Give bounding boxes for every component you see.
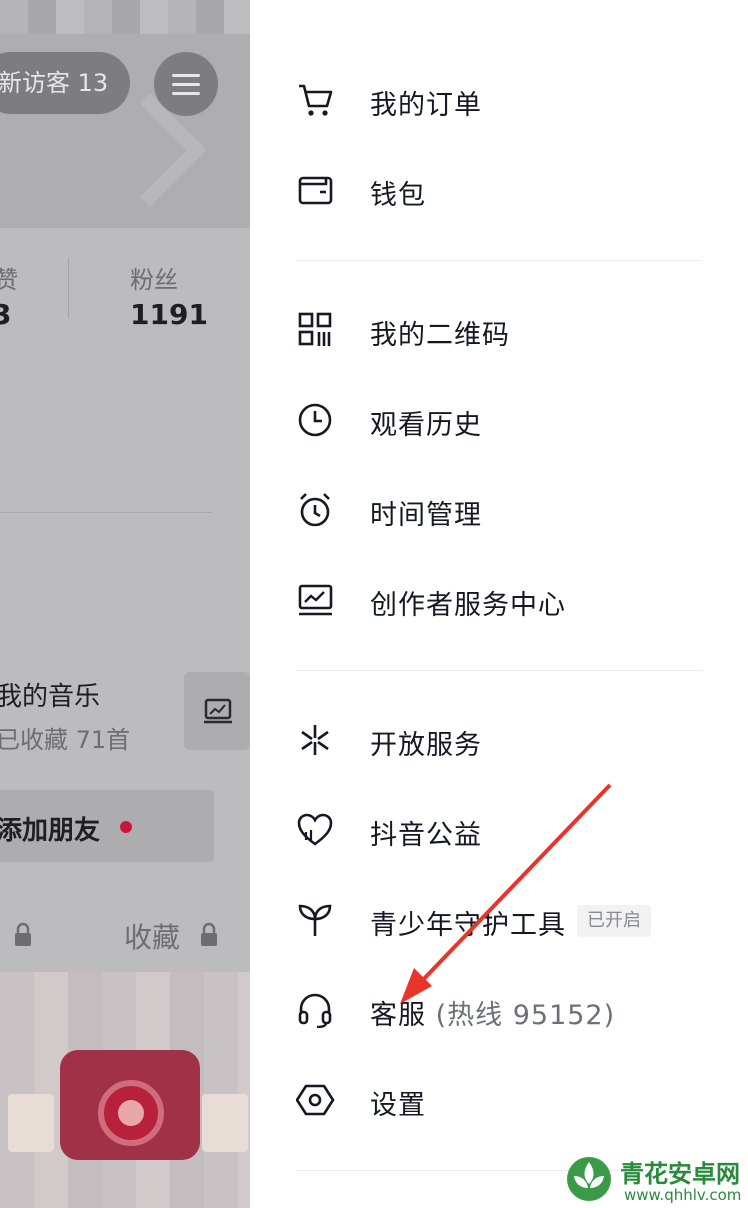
menu-button[interactable] xyxy=(154,52,218,116)
qrcode-icon xyxy=(298,312,332,346)
add-friend-label: 添加朋友 xyxy=(0,816,101,846)
watermark: 青花安卓网 www.qhhlv.com xyxy=(560,1150,748,1208)
menu-item-youth-protection[interactable]: 青少年守护工具 已开启 xyxy=(250,885,748,955)
stat-fans-label[interactable]: 粉丝 xyxy=(130,260,178,295)
menu-item-customer-service[interactable]: 客服 (热线 95152) xyxy=(250,975,748,1045)
hotline-text: (热线 95152) xyxy=(435,1000,616,1031)
menu-item-label: 我的订单 xyxy=(370,90,482,121)
status-badge: 已开启 xyxy=(577,905,651,937)
menu-icon xyxy=(172,74,200,77)
menu-item-wallet[interactable]: 钱包 xyxy=(250,155,748,225)
tab-favorites[interactable]: 收藏 xyxy=(124,916,180,956)
stat-fans-value[interactable]: 1191 xyxy=(130,298,208,331)
clock-icon xyxy=(298,403,332,437)
camera-lens xyxy=(98,1080,164,1146)
sparkle-icon xyxy=(301,725,329,755)
menu-item-qrcode[interactable]: 我的二维码 xyxy=(250,295,748,365)
menu-item-label: 我的二维码 xyxy=(370,320,510,351)
new-visitor-button[interactable]: 新访客 13 xyxy=(0,52,130,114)
profile-header: 新访客 13 xyxy=(0,0,250,228)
creator-center-shortcut[interactable] xyxy=(184,672,250,750)
menu-item-time-management[interactable]: 时间管理 xyxy=(250,475,748,545)
menu-item-label: 抖音公益 xyxy=(370,820,482,851)
blurred-status-bar xyxy=(0,0,250,34)
menu-item-label: 开放服务 xyxy=(370,730,482,761)
lock-icon xyxy=(15,922,31,946)
heart-icon xyxy=(297,813,333,846)
menu-item-label: 观看历史 xyxy=(370,410,482,441)
customer-service-label: 客服 xyxy=(370,1000,426,1031)
chart-monitor-icon xyxy=(204,698,232,724)
thumbnail-decoration xyxy=(202,1094,248,1152)
chart-monitor-icon xyxy=(298,584,333,616)
menu-item-watch-history[interactable]: 观看历史 xyxy=(250,385,748,455)
cart-icon xyxy=(299,84,333,116)
menu-item-settings[interactable]: 设置 xyxy=(250,1065,748,1135)
menu-item-label: 创作者服务中心 xyxy=(370,590,566,621)
wallet-icon xyxy=(298,176,333,205)
section-divider xyxy=(296,260,702,261)
lock-icon xyxy=(201,922,217,946)
profile-page-dimmed[interactable]: 新访客 13 赞 3 粉丝 1191 我的音乐 已收藏 71首 添加朋友 收藏 xyxy=(0,0,250,1208)
section-divider xyxy=(296,670,702,671)
stat-likes-value: 3 xyxy=(0,298,12,331)
menu-item-creator-center[interactable]: 创作者服务中心 xyxy=(250,565,748,635)
menu-item-label: 客服 (热线 95152) xyxy=(370,993,615,1032)
stat-divider xyxy=(68,258,69,318)
watermark-logo-icon xyxy=(567,1157,611,1201)
settings-icon xyxy=(296,1084,335,1116)
side-drawer-menu: 我的订单 钱包 我的二维码 观看历史 时间管理 创作者服务中心 开放服务 抖音公… xyxy=(250,0,748,1208)
headset-icon xyxy=(298,993,332,1028)
menu-item-label: 青少年守护工具 xyxy=(370,910,566,941)
sprout-icon xyxy=(298,904,332,936)
menu-item-charity[interactable]: 抖音公益 xyxy=(250,795,748,865)
menu-item-orders[interactable]: 我的订单 xyxy=(250,65,748,135)
my-music-title[interactable]: 我的音乐 xyxy=(0,676,100,713)
thumbnail-decoration xyxy=(8,1094,54,1152)
watermark-title: 青花安卓网 xyxy=(620,1160,740,1188)
menu-item-label: 时间管理 xyxy=(370,500,482,531)
watermark-url: www.qhhlv.com xyxy=(624,1186,742,1204)
menu-item-label: 钱包 xyxy=(370,180,426,211)
menu-item-label: 设置 xyxy=(370,1090,426,1121)
alarm-icon xyxy=(300,493,330,527)
divider xyxy=(0,512,212,513)
menu-item-open-services[interactable]: 开放服务 xyxy=(250,705,748,775)
stat-likes-label: 赞 xyxy=(0,266,18,294)
my-music-subtitle: 已收藏 71首 xyxy=(0,726,131,754)
notification-dot xyxy=(120,821,132,833)
